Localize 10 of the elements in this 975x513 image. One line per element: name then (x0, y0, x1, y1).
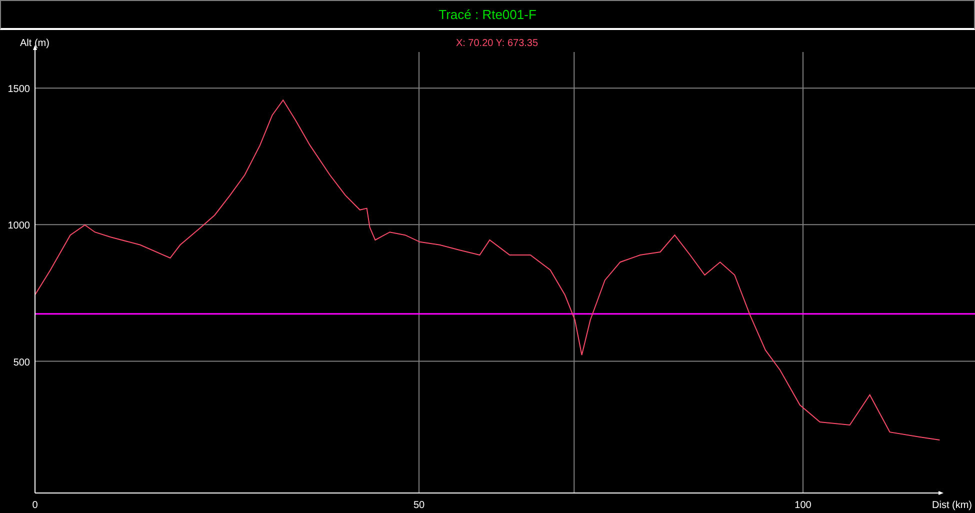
y-axis-label: Alt (m) (20, 38, 50, 49)
x-tick-label: 50 (413, 500, 425, 511)
y-tick-label: 500 (13, 357, 30, 368)
x-tick-label: 100 (794, 500, 812, 511)
window-title: Tracé : Rte001-F (438, 7, 536, 22)
x-tick-label: 0 (32, 500, 38, 511)
cursor-readout: X: 70.20 Y: 673.35 (456, 38, 538, 49)
y-tick-label: 1500 (8, 84, 30, 96)
y-tick-label: 1000 (8, 220, 30, 232)
x-axis-label: Dist (km) (932, 500, 972, 511)
